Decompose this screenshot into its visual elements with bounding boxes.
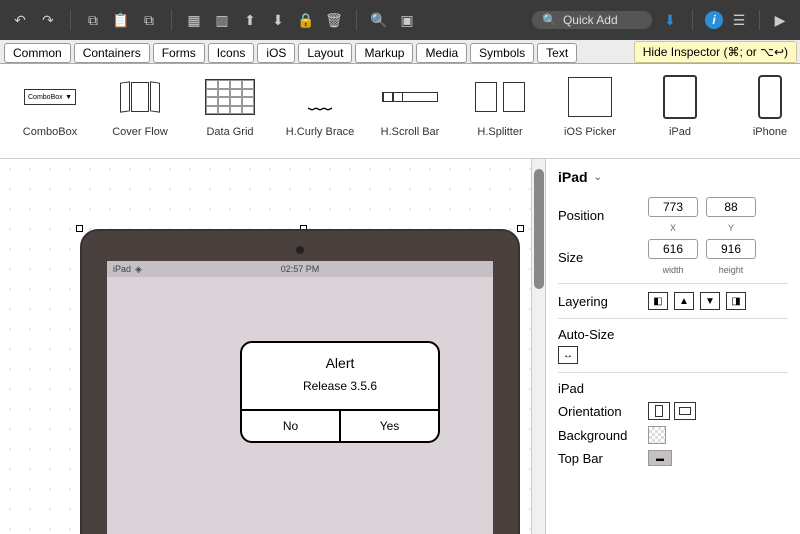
- tooltip-hide-inspector: Hide Inspector (⌘; or ⌥↩): [634, 41, 797, 63]
- send-to-back-button[interactable]: ◨: [726, 292, 746, 310]
- separator: [759, 10, 760, 30]
- autosize-label: Auto-Size: [558, 327, 614, 342]
- play-icon[interactable]: ▶: [770, 10, 790, 30]
- tab-common[interactable]: Common: [4, 43, 71, 63]
- quick-add-search[interactable]: 🔍 Quick Add: [532, 11, 652, 29]
- background-swatch[interactable]: [648, 426, 666, 444]
- main-area: iPad ◈ 02:57 PM Alert Release 3.5.6 No Y…: [0, 159, 800, 534]
- trash-icon[interactable]: 🗑: [324, 10, 344, 30]
- topbar-style-button[interactable]: ▬: [648, 450, 672, 466]
- lib-iphone[interactable]: iPhone: [740, 72, 800, 150]
- lock-icon[interactable]: 🔒: [296, 10, 316, 30]
- ipad-screen: iPad ◈ 02:57 PM Alert Release 3.5.6 No Y…: [107, 261, 493, 534]
- alert-yes-button[interactable]: Yes: [341, 411, 438, 441]
- size-width-input[interactable]: [648, 239, 698, 259]
- quick-add-placeholder: Quick Add: [563, 13, 618, 27]
- paste-icon[interactable]: 📋: [111, 10, 131, 30]
- separator: [171, 10, 172, 30]
- autosize-button[interactable]: ↔: [558, 346, 578, 364]
- scrollbar-thumb[interactable]: [534, 169, 544, 289]
- ungroup-icon[interactable]: ▥: [212, 10, 232, 30]
- tab-icons[interactable]: Icons: [208, 43, 255, 63]
- tab-layout[interactable]: Layout: [298, 43, 352, 63]
- camera-icon: [296, 246, 304, 254]
- search-icon: 🔍: [542, 13, 557, 27]
- orientation-label: Orientation: [558, 404, 638, 419]
- ipad-statusbar: iPad ◈ 02:57 PM: [107, 261, 493, 277]
- topbar-label: Top Bar: [558, 451, 638, 466]
- zoom-icon[interactable]: 🔍: [369, 10, 389, 30]
- separator: [70, 10, 71, 30]
- orientation-portrait-button[interactable]: [648, 402, 670, 420]
- alert-title: Alert: [250, 355, 430, 371]
- vertical-scrollbar[interactable]: [531, 159, 545, 534]
- section-label: iPad: [558, 381, 788, 396]
- size-label: Size: [558, 250, 638, 265]
- ipad-mockup[interactable]: iPad ◈ 02:57 PM Alert Release 3.5.6 No Y…: [80, 229, 520, 534]
- lib-hsplitter[interactable]: H.Splitter: [470, 72, 530, 150]
- layering-label: Layering: [558, 294, 638, 309]
- tab-containers[interactable]: Containers: [74, 43, 150, 63]
- tab-ios[interactable]: iOS: [257, 43, 295, 63]
- lib-coverflow[interactable]: Cover Flow: [110, 72, 170, 150]
- background-label: Background: [558, 428, 638, 443]
- statusbar-time: 02:57 PM: [281, 264, 320, 274]
- lib-iospicker[interactable]: iOS Picker: [560, 72, 620, 150]
- size-height-input[interactable]: [706, 239, 756, 259]
- copy-icon[interactable]: ⧉: [83, 10, 103, 30]
- position-label: Position: [558, 208, 638, 223]
- bring-forward-button[interactable]: ▲: [674, 292, 694, 310]
- undo-icon[interactable]: ↶: [10, 10, 30, 30]
- position-y-input[interactable]: [706, 197, 756, 217]
- lib-ipad[interactable]: iPad: [650, 72, 710, 150]
- tab-media[interactable]: Media: [416, 43, 467, 63]
- canvas[interactable]: iPad ◈ 02:57 PM Alert Release 3.5.6 No Y…: [0, 159, 545, 534]
- wifi-icon: ◈: [135, 264, 142, 275]
- orientation-landscape-button[interactable]: [674, 402, 696, 420]
- separator: [692, 10, 693, 30]
- bring-to-front-button[interactable]: ◧: [648, 292, 668, 310]
- tab-forms[interactable]: Forms: [153, 43, 205, 63]
- tab-symbols[interactable]: Symbols: [470, 43, 534, 63]
- duplicate-icon[interactable]: ⧉: [139, 10, 159, 30]
- inspector-panel: iPad ⌄ Position XY Size widthheight: [545, 159, 800, 534]
- info-icon[interactable]: i: [705, 11, 723, 29]
- top-toolbar: ↶ ↷ ⧉ 📋 ⧉ ▦ ▥ ⬆ ⬇ 🔒 🗑 🔍 ▣ 🔍 Quick Add ⬇ …: [0, 0, 800, 40]
- redo-icon[interactable]: ↷: [38, 10, 58, 30]
- lib-combobox[interactable]: ComboBox ▼ComboBox: [20, 72, 80, 150]
- statusbar-label: iPad: [113, 264, 131, 274]
- send-backward-button[interactable]: ▼: [700, 292, 720, 310]
- fit-icon[interactable]: ▣: [397, 10, 417, 30]
- separator: [356, 10, 357, 30]
- send-back-icon[interactable]: ⬇: [268, 10, 288, 30]
- tab-text[interactable]: Text: [537, 43, 577, 63]
- lib-datagrid[interactable]: Data Grid: [200, 72, 260, 150]
- alert-message: Release 3.5.6: [250, 379, 430, 393]
- library-panel: ComboBox ▼ComboBox Cover Flow Data Grid …: [0, 64, 800, 159]
- group-icon[interactable]: ▦: [184, 10, 204, 30]
- list-icon[interactable]: ☰: [729, 10, 749, 30]
- position-x-input[interactable]: [648, 197, 698, 217]
- tab-markup[interactable]: Markup: [355, 43, 413, 63]
- inspector-title[interactable]: iPad ⌄: [558, 169, 788, 185]
- chevron-down-icon: ⌄: [594, 172, 602, 183]
- alert-dialog[interactable]: Alert Release 3.5.6 No Yes: [240, 341, 440, 443]
- lib-hcurly[interactable]: ﹏H.Curly Brace: [290, 72, 350, 150]
- lib-hscroll[interactable]: H.Scroll Bar: [380, 72, 440, 150]
- bring-front-icon[interactable]: ⬆: [240, 10, 260, 30]
- alert-no-button[interactable]: No: [242, 411, 341, 441]
- share-icon[interactable]: ⬇: [660, 10, 680, 30]
